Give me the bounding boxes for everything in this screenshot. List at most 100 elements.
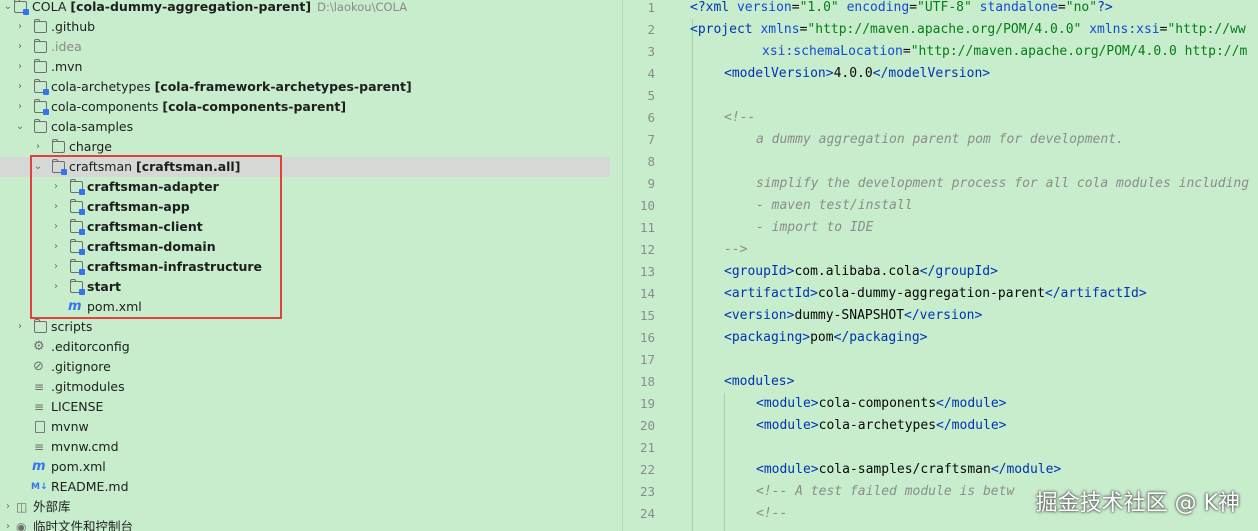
project-tree: ⌄ COLA [cola-dummy-aggregation-parent] D:… <box>0 0 622 531</box>
tree-item-cola-samples[interactable]: ⌄ cola-samples <box>0 117 622 137</box>
tree-item-label: scripts <box>51 319 93 334</box>
chevron-right-icon[interactable]: › <box>2 517 14 531</box>
root-module: [cola-dummy-aggregation-parent] <box>70 0 312 14</box>
chevron-right-icon[interactable]: › <box>14 17 26 37</box>
indent-guide <box>724 393 725 531</box>
code-line-9: simplify the development process for all… <box>756 176 1250 191</box>
code-line-15: <version>dummy-SNAPSHOT</version> <box>724 308 983 323</box>
tree-item-label: mvnw.cmd <box>51 439 119 454</box>
tree-item-scripts[interactable]: › scripts <box>0 317 622 337</box>
tree-item-idea[interactable]: › .idea <box>0 37 622 57</box>
chevron-right-icon[interactable]: › <box>32 137 44 157</box>
tree-item-label: .gitignore <box>51 359 111 374</box>
tree-item-cola-archetypes[interactable]: › cola-archetypes [cola-framework-archet… <box>0 77 622 97</box>
tree-item-readme[interactable]: M↓ README.md <box>0 477 622 497</box>
line-number: 22 <box>639 462 655 477</box>
tree-item-label: .mvn <box>51 59 83 74</box>
module-folder-icon <box>34 99 49 115</box>
tree-item-label: pom.xml <box>51 459 106 474</box>
line-number: 3 <box>647 44 655 59</box>
file-icon <box>35 421 45 433</box>
code-line-24: <!-- <box>756 506 788 521</box>
code-line-20: <module>cola-archetypes</module> <box>756 418 1007 433</box>
line-number: 5 <box>647 88 655 103</box>
folder-icon <box>34 19 47 33</box>
chevron-right-icon[interactable]: › <box>14 57 26 77</box>
root-path: D:\laokou\COLA <box>317 0 408 14</box>
tree-item-label: .idea <box>51 39 82 54</box>
chevron-right-icon[interactable]: › <box>2 497 14 517</box>
tree-item-label: cola-components <box>51 99 159 114</box>
line-number: 16 <box>639 330 655 345</box>
line-number: 10 <box>639 198 655 213</box>
folder-icon <box>34 119 47 133</box>
chevron-down-icon[interactable]: ⌄ <box>14 117 26 137</box>
indent-guide <box>692 19 693 531</box>
tree-item-label: README.md <box>51 479 129 494</box>
line-number: 4 <box>647 66 655 81</box>
text-file-icon: ≡ <box>34 400 45 414</box>
text-file-icon: ≡ <box>34 380 45 394</box>
chevron-right-icon[interactable]: › <box>14 317 26 337</box>
tree-item-label: .github <box>51 19 96 34</box>
tree-item-label: .gitmodules <box>51 379 125 394</box>
chevron-down-icon[interactable]: ⌄ <box>2 0 14 17</box>
chevron-right-icon[interactable]: › <box>14 97 26 117</box>
code-line-14: <artifactId>cola-dummy-aggregation-paren… <box>724 286 1147 301</box>
tree-item-label: 外部库 <box>33 499 71 514</box>
code-line-23: <!-- A test failed module is betw <box>756 484 1015 499</box>
markdown-icon: M↓ <box>31 482 48 492</box>
line-number-gutter: 1 2 3 4 5 6 7 8 9 10 11 12 13 14 15 16 1… <box>622 0 687 531</box>
tree-item-license[interactable]: ≡ LICENSE <box>0 397 622 417</box>
tree-item-editorconfig[interactable]: ⚙ .editorconfig <box>0 337 622 357</box>
tree-item-external-libraries[interactable]: › ◫ 外部库 <box>0 497 622 517</box>
line-number: 2 <box>647 22 655 37</box>
code-line-11: - import to IDE <box>756 220 874 235</box>
line-number: 7 <box>647 132 655 147</box>
tree-item-charge[interactable]: › charge <box>0 137 622 157</box>
line-number: 18 <box>639 374 655 389</box>
tree-item-cola-components[interactable]: › cola-components [cola-components-paren… <box>0 97 622 117</box>
folder-icon <box>34 319 47 333</box>
line-number: 23 <box>639 484 655 499</box>
tree-item-pom[interactable]: m pom.xml <box>0 457 622 477</box>
code-line-3: xsi:schemaLocation="http://maven.apache.… <box>762 44 1248 59</box>
tree-item-mvn[interactable]: › .mvn <box>0 57 622 77</box>
tree-item-scratches[interactable]: › ◉ 临时文件和控制台 <box>0 517 622 531</box>
library-icon: ◫ <box>16 500 28 514</box>
line-number: 11 <box>639 220 655 235</box>
code-line-16: <packaging>pom</packaging> <box>724 330 928 345</box>
code-line-19: <module>cola-components</module> <box>756 396 1007 411</box>
line-number: 12 <box>639 242 655 257</box>
line-number: 21 <box>639 440 655 455</box>
code-line-4: <modelVersion>4.0.0</modelVersion> <box>724 66 991 81</box>
tree-item-label: 临时文件和控制台 <box>33 519 134 531</box>
tree-item-gitignore[interactable]: ⊘ .gitignore <box>0 357 622 377</box>
module-folder-icon <box>14 0 29 15</box>
folder-icon <box>34 39 47 53</box>
highlight-box <box>30 155 282 319</box>
tree-item-module: [cola-components-parent] <box>162 99 347 114</box>
code-line-10: - maven test/install <box>756 198 913 213</box>
line-number: 13 <box>639 264 655 279</box>
chevron-right-icon[interactable]: › <box>14 37 26 57</box>
tree-root[interactable]: ⌄ COLA [cola-dummy-aggregation-parent] D:… <box>0 0 622 17</box>
line-number: 19 <box>639 396 655 411</box>
tree-item-mvnw-cmd[interactable]: ≡ mvnw.cmd <box>0 437 622 457</box>
code-line-18: <modules> <box>724 374 795 389</box>
line-number: 15 <box>639 308 655 323</box>
tree-item-gitmodules[interactable]: ≡ .gitmodules <box>0 377 622 397</box>
code-editor[interactable]: <?xml version="1.0" encoding="UTF-8" sta… <box>690 0 1258 531</box>
line-number: 17 <box>639 352 655 367</box>
code-line-22: <module>cola-samples/craftsman</module> <box>756 462 1062 477</box>
chevron-right-icon[interactable]: › <box>14 77 26 97</box>
code-line-13: <groupId>com.alibaba.cola</groupId> <box>724 264 998 279</box>
gear-icon: ⚙ <box>33 339 45 354</box>
code-line-2: <project xmlns="http://maven.apache.org/… <box>690 22 1246 37</box>
line-number: 24 <box>639 506 655 521</box>
watermark: 掘金技术社区 @ K神 <box>1035 491 1240 516</box>
line-number: 9 <box>647 176 655 191</box>
code-line-6: <!-- <box>724 110 756 125</box>
tree-item-mvnw[interactable]: mvnw <box>0 417 622 437</box>
tree-item-github[interactable]: › .github <box>0 17 622 37</box>
